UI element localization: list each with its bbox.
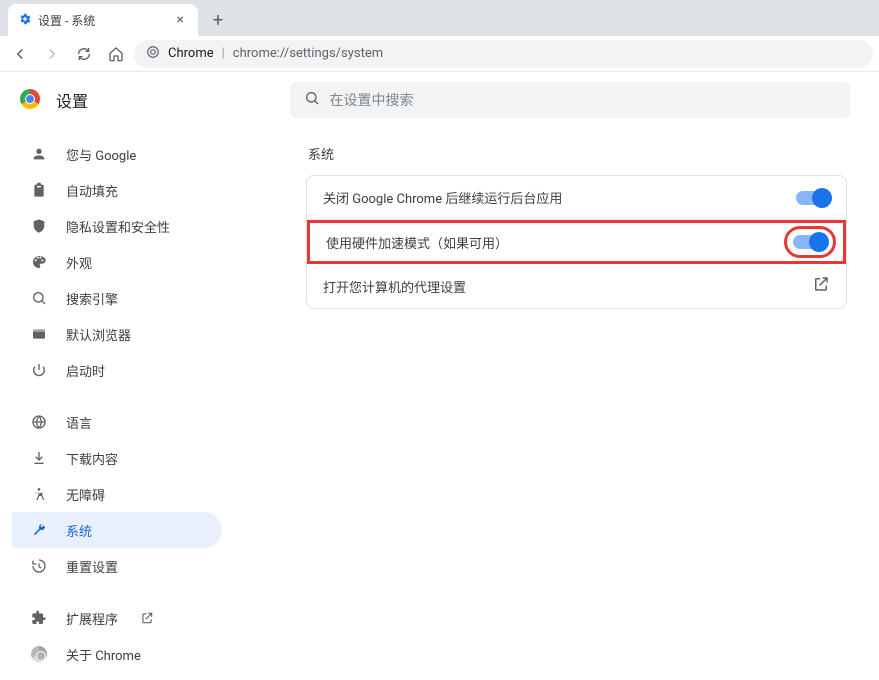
sidebar-item-downloads[interactable]: 下载内容 <box>12 440 222 476</box>
sidebar-item-label: 搜索引擎 <box>66 289 118 308</box>
sidebar-item-you-and-google[interactable]: 您与 Google <box>12 136 222 172</box>
home-button[interactable] <box>102 40 130 68</box>
sidebar-item-extensions[interactable]: 扩展程序 <box>12 600 222 636</box>
accessibility-icon <box>30 486 48 502</box>
sidebar-item-label: 扩展程序 <box>66 609 118 628</box>
globe-icon <box>30 414 48 430</box>
sidebar-item-default-browser[interactable]: 默认浏览器 <box>12 316 222 352</box>
close-icon[interactable]: × <box>173 12 188 28</box>
sidebar-item-label: 您与 Google <box>66 145 136 164</box>
settings-search-input[interactable] <box>330 92 836 108</box>
settings-brand: 设置 <box>20 88 280 112</box>
reload-button[interactable] <box>70 40 98 68</box>
sidebar-item-reset[interactable]: 重置设置 <box>12 548 222 584</box>
browser-tab[interactable]: 设置 - 系统 × <box>8 4 198 36</box>
sidebar-item-privacy[interactable]: 隐私设置和安全性 <box>12 208 222 244</box>
sidebar-item-label: 语言 <box>66 413 92 432</box>
external-link-icon <box>812 275 830 297</box>
palette-icon <box>30 254 48 270</box>
settings-search[interactable] <box>290 82 850 118</box>
system-card: 关闭 Google Chrome 后继续运行后台应用 使用硬件加速模式（如果可用… <box>306 175 847 309</box>
sidebar-item-system[interactable]: 系统 <box>12 512 222 548</box>
new-tab-button[interactable]: + <box>204 6 232 34</box>
sidebar-item-label: 关于 Chrome <box>66 645 141 664</box>
omnibox-path: chrome://settings/system <box>233 46 383 61</box>
sidebar-item-label: 自动填充 <box>66 181 118 200</box>
chrome-icon <box>30 646 48 662</box>
chrome-page-icon <box>146 45 160 63</box>
address-bar[interactable]: Chrome | chrome://settings/system <box>134 40 873 68</box>
person-icon <box>30 146 48 162</box>
shield-icon <box>30 218 48 234</box>
gear-icon <box>18 12 32 29</box>
power-icon <box>30 362 48 378</box>
search-icon <box>30 290 48 306</box>
sidebar-item-autofill[interactable]: 自动填充 <box>12 172 222 208</box>
tab-title: 设置 - 系统 <box>38 12 95 29</box>
row-open-proxy[interactable]: 打开您计算机的代理设置 <box>307 264 846 308</box>
row-hardware-acceleration[interactable]: 使用硬件加速模式（如果可用） <box>307 220 846 264</box>
clipboard-icon <box>30 182 48 198</box>
browser-icon <box>30 326 48 342</box>
settings-main: 系统 关闭 Google Chrome 后继续运行后台应用 使用硬件加速模式（如… <box>222 128 867 680</box>
back-button[interactable] <box>6 40 34 68</box>
sidebar-item-label: 重置设置 <box>66 557 118 576</box>
sidebar-item-label: 无障碍 <box>66 485 105 504</box>
sidebar-item-languages[interactable]: 语言 <box>12 404 222 440</box>
sidebar-item-about[interactable]: 关于 Chrome <box>12 636 222 672</box>
settings-header: 设置 <box>0 72 879 128</box>
row-background-apps[interactable]: 关闭 Google Chrome 后继续运行后台应用 <box>307 176 846 220</box>
settings-sidebar: 您与 Google 自动填充 隐私设置和安全性 外观 搜索引擎 默认浏览器 启动… <box>12 128 222 680</box>
search-icon <box>304 90 320 110</box>
download-icon <box>30 450 48 466</box>
settings-title: 设置 <box>56 88 88 112</box>
external-link-icon <box>140 611 154 625</box>
restore-icon <box>30 558 48 574</box>
omnibox-host: Chrome <box>168 46 214 61</box>
sidebar-item-accessibility[interactable]: 无障碍 <box>12 476 222 512</box>
forward-button[interactable] <box>38 40 66 68</box>
toggle-switch[interactable] <box>793 235 827 249</box>
extension-icon <box>30 610 48 626</box>
sidebar-item-label: 启动时 <box>66 361 105 380</box>
sidebar-item-label: 下载内容 <box>66 449 118 468</box>
row-label: 打开您计算机的代理设置 <box>323 277 812 296</box>
row-label: 关闭 Google Chrome 后继续运行后台应用 <box>323 188 796 207</box>
row-label: 使用硬件加速模式（如果可用） <box>326 233 793 252</box>
section-title: 系统 <box>308 144 847 163</box>
sidebar-item-label: 隐私设置和安全性 <box>66 217 170 236</box>
sidebar-item-label: 默认浏览器 <box>66 325 131 344</box>
chrome-logo-icon <box>20 89 42 111</box>
sidebar-item-appearance[interactable]: 外观 <box>12 244 222 280</box>
wrench-icon <box>30 522 48 538</box>
tab-strip: 设置 - 系统 × + <box>0 0 879 36</box>
sidebar-item-search-engine[interactable]: 搜索引擎 <box>12 280 222 316</box>
sidebar-item-label: 系统 <box>66 521 92 540</box>
sidebar-item-label: 外观 <box>66 253 92 272</box>
browser-toolbar: Chrome | chrome://settings/system <box>0 36 879 72</box>
sidebar-item-on-startup[interactable]: 启动时 <box>12 352 222 388</box>
toggle-switch[interactable] <box>796 191 830 205</box>
